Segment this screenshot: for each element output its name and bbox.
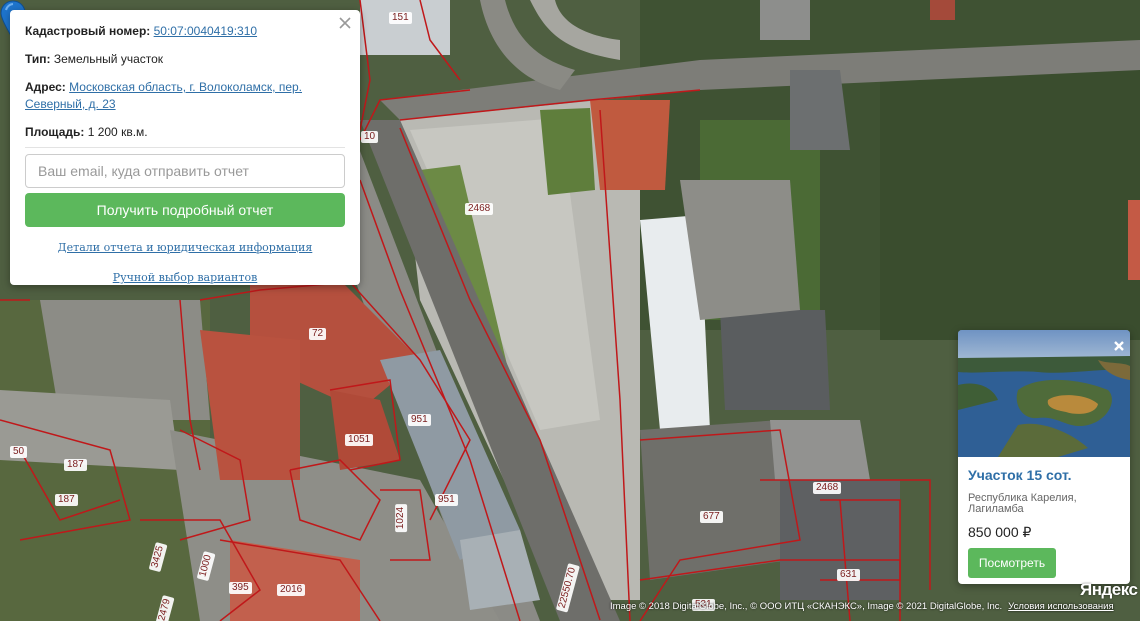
parcel-number: 677 xyxy=(700,511,723,523)
get-report-button[interactable]: Получить подробный отчет xyxy=(25,193,345,227)
listing-title[interactable]: Участок 15 сот. xyxy=(968,467,1124,484)
listing-price: 850 000 ₽ xyxy=(968,524,1032,540)
type-row: Тип: Земельный участок xyxy=(25,51,345,68)
divider xyxy=(25,147,345,148)
close-icon[interactable] xyxy=(338,16,352,30)
terms-of-use-link[interactable]: Условия использования xyxy=(1008,601,1113,612)
area-label: Площадь: xyxy=(25,125,85,139)
parcel-number: 1051 xyxy=(345,434,374,446)
email-input[interactable] xyxy=(25,154,345,188)
type-value: Земельный участок xyxy=(53,52,164,66)
copyright-bar: Image © 2018 DigitalGlobe, Inc., © ООО И… xyxy=(610,600,1140,614)
parcel-number: 2468 xyxy=(465,203,494,215)
area-value: 1 200 кв.м. xyxy=(87,125,148,139)
close-icon[interactable] xyxy=(1112,339,1126,353)
listing-ad-card[interactable]: Участок 15 сот. Республика Карелия, Лаги… xyxy=(958,330,1130,584)
parcel-number: 395 xyxy=(229,582,252,594)
listing-photo[interactable] xyxy=(958,330,1130,457)
parcel-number: 951 xyxy=(408,414,431,426)
listing-location: Республика Карелия, Лагиламба xyxy=(968,492,1077,515)
type-label: Тип: xyxy=(25,52,51,66)
address-link[interactable]: Московская область, г. Волоколамск, пер.… xyxy=(25,80,302,111)
view-listing-button[interactable]: Посмотреть xyxy=(968,548,1056,578)
listing-body: Участок 15 сот. Республика Карелия, Лаги… xyxy=(968,467,1124,578)
report-details-link[interactable]: Детали отчета и юридическая информация xyxy=(25,241,345,254)
parcel-number: 951 xyxy=(435,494,458,506)
cadastral-number-link[interactable]: 50:07:0040419:310 xyxy=(154,24,257,38)
address-label: Адрес: xyxy=(25,80,66,94)
parcel-number: 2468 xyxy=(813,482,842,494)
area-row: Площадь: 1 200 кв.м. xyxy=(25,124,345,141)
parcel-number: 187 xyxy=(55,494,78,506)
manual-selection-link[interactable]: Ручной выбор вариантов xyxy=(25,271,345,284)
parcel-number: 72 xyxy=(309,328,327,340)
cadastral-label: Кадастровый номер: xyxy=(25,24,151,38)
parcel-number: 187 xyxy=(64,459,87,471)
copyright-text: Image © 2018 DigitalGlobe, Inc., © ООО И… xyxy=(610,601,1003,612)
address-row: Адрес: Московская область, г. Волоколамс… xyxy=(25,79,345,113)
parcel-number: 631 xyxy=(837,569,860,581)
parcel-number: 2016 xyxy=(277,584,306,596)
parcel-number: 50 xyxy=(10,446,28,458)
parcel-number: 1024 xyxy=(395,503,408,533)
cadastral-row: Кадастровый номер: 50:07:0040419:310 xyxy=(25,23,345,40)
parcel-info-popup: Кадастровый номер: 50:07:0040419:310 Тип… xyxy=(10,10,360,285)
parcel-number: 10 xyxy=(361,131,379,143)
yandex-logo[interactable]: Яндекс xyxy=(1080,580,1138,600)
parcel-number: 151 xyxy=(389,12,412,24)
